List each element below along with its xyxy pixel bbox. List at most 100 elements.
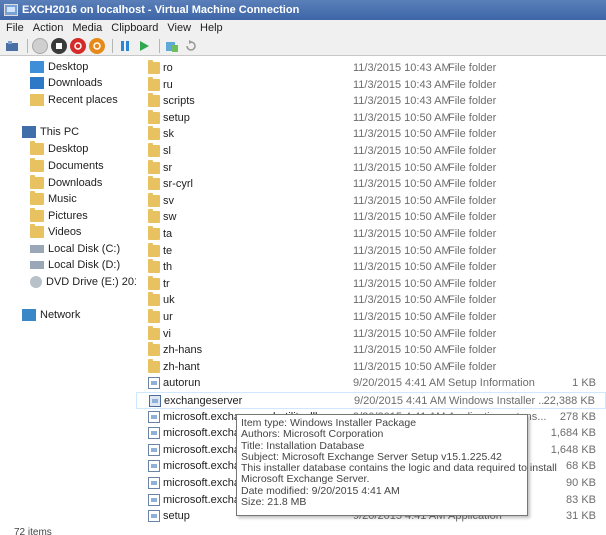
start-icon[interactable] [32,37,48,54]
file-type: Setup Information [448,377,535,390]
save-icon[interactable] [89,37,105,54]
file-icon [148,510,160,523]
file-name: zh-hant [163,360,200,373]
resume-icon[interactable] [136,38,152,54]
file-row[interactable]: scripts 11/3/2015 10:43 AM File folder [136,93,606,110]
file-date: 11/3/2015 10:50 AM [353,145,451,157]
folder-icon [148,109,160,124]
file-row[interactable]: autorun 9/20/2015 4:41 AM Setup Informatio… [136,375,606,392]
file-date: 11/3/2015 10:50 AM [353,311,451,323]
menu-media[interactable]: Media [72,22,102,34]
menu-clipboard[interactable]: Clipboard [111,22,158,34]
file-row[interactable]: ur 11/3/2015 10:50 AM File folder [136,309,606,326]
file-name: scripts [163,95,195,108]
snapshot-icon[interactable] [164,38,180,54]
file-row[interactable]: sr 11/3/2015 10:50 AM File folder [136,159,606,177]
nav-item-desktop[interactable]: Desktop [30,141,88,157]
vm-connection-icon [4,4,18,16]
file-row[interactable]: sl 11/3/2015 10:50 AM File folder [136,143,606,160]
file-size: 1,684 KB [550,427,596,440]
file-date: 11/3/2015 10:50 AM [353,161,451,174]
file-row[interactable]: uk 11/3/2015 10:50 AM File folder [136,292,606,309]
file-type: File folder [448,228,497,240]
file-date: 11/3/2015 10:43 AM [353,78,451,91]
nav-item-documents[interactable]: Documents [30,158,104,174]
turn-off-icon[interactable] [51,37,67,54]
nav-item-local-disk-c[interactable]: Local Disk (C:) [30,241,120,257]
shut-down-icon[interactable] [70,37,86,54]
folder-icon [148,192,160,207]
folder-icon [148,159,160,174]
file-type: File folder [448,78,497,91]
folder-icon [148,93,160,108]
file-type: File folder [448,111,497,124]
nav-item-pictures[interactable]: Pictures [30,208,88,224]
file-type: File folder [448,178,497,191]
nav-item-desktop-quick[interactable]: Desktop [30,59,88,75]
file-name: setup [163,510,190,523]
file-name: zh-hans [163,344,203,357]
file-type: File folder [448,261,497,274]
file-type: File folder [448,161,497,174]
file-type: File folder [448,95,497,108]
menu-file[interactable]: File [6,22,24,34]
file-icon [148,427,160,440]
file-name: sw [163,211,177,224]
file-size: 31 KB [566,510,596,523]
file-row[interactable]: ro 11/3/2015 10:43 AM File folder [136,60,606,77]
file-icon [148,493,160,506]
dvd-drive-icon [30,276,42,288]
file-type: File folder [448,145,497,157]
file-date: 11/3/2015 10:50 AM [353,327,451,340]
file-date: 11/3/2015 10:50 AM [353,228,451,240]
file-row[interactable]: vi 11/3/2015 10:50 AM File folder [136,325,606,343]
file-date: 11/3/2015 10:50 AM [353,360,451,373]
file-row[interactable]: sr-cyrl 11/3/2015 10:50 AM File folder [136,176,606,193]
nav-item-videos[interactable]: Videos [30,224,81,240]
pause-icon[interactable] [117,38,133,54]
folder-icon [30,208,44,222]
file-name: sk [163,128,174,141]
menu-action[interactable]: Action [33,22,64,34]
file-size: 90 KB [566,477,596,489]
file-date: 11/3/2015 10:50 AM [353,194,451,207]
folder-icon [148,143,160,157]
folder-icon [148,342,160,357]
folder-icon [30,191,44,205]
file-row[interactable]: exchangeserver 9/20/2015 4:41 AM Windows I… [136,392,606,409]
nav-item-downloads[interactable]: Downloads [30,175,102,191]
file-date: 11/3/2015 10:50 AM [353,294,451,307]
file-row[interactable]: zh-hant 11/3/2015 10:50 AM File folder [136,358,606,376]
nav-item-this-pc[interactable]: This PC [22,124,79,140]
file-row[interactable]: ru 11/3/2015 10:43 AM File folder [136,76,606,94]
folder-icon [148,126,160,141]
ctrl-alt-del-icon[interactable] [4,38,20,54]
file-size: 278 KB [559,410,596,423]
nav-item-downloads-quick[interactable]: Downloads [30,75,102,91]
nav-item-music[interactable]: Music [30,191,77,207]
nav-item-recent-places[interactable]: Recent places [30,92,118,108]
file-row[interactable]: sw 11/3/2015 10:50 AM File folder [136,209,606,226]
file-row[interactable]: ta 11/3/2015 10:50 AM File folder [136,226,606,243]
nav-item-dvd-drive[interactable]: DVD Drive (E:) 20151 [30,274,136,290]
file-size: 68 KB [566,460,596,473]
file-row[interactable]: setup 11/3/2015 10:50 AM File folder [136,109,606,127]
file-row[interactable]: sk 11/3/2015 10:50 AM File folder [136,126,606,143]
file-row[interactable]: th 11/3/2015 10:50 AM File folder [136,259,606,276]
menu-help[interactable]: Help [200,22,223,34]
file-name: microsoft.exchan [163,460,247,473]
nav-item-network[interactable]: Network [22,307,80,323]
revert-icon[interactable] [183,38,199,54]
nav-item-local-disk-d[interactable]: Local Disk (D:) [30,257,120,273]
file-type: File folder [448,211,497,224]
title-bar[interactable]: EXCH2016 on localhost - Virtual Machine … [0,0,606,20]
file-row[interactable]: zh-hans 11/3/2015 10:50 AM File folder [136,342,606,359]
file-name: tr [163,277,170,290]
file-row[interactable]: tr 11/3/2015 10:50 AM File folder [136,275,606,293]
folder-icon [148,60,160,74]
file-row[interactable]: sv 11/3/2015 10:50 AM File folder [136,192,606,210]
file-row[interactable]: te 11/3/2015 10:50 AM File folder [136,242,606,260]
menu-view[interactable]: View [167,22,191,34]
file-type: File folder [448,194,497,207]
toolbar [0,36,606,56]
